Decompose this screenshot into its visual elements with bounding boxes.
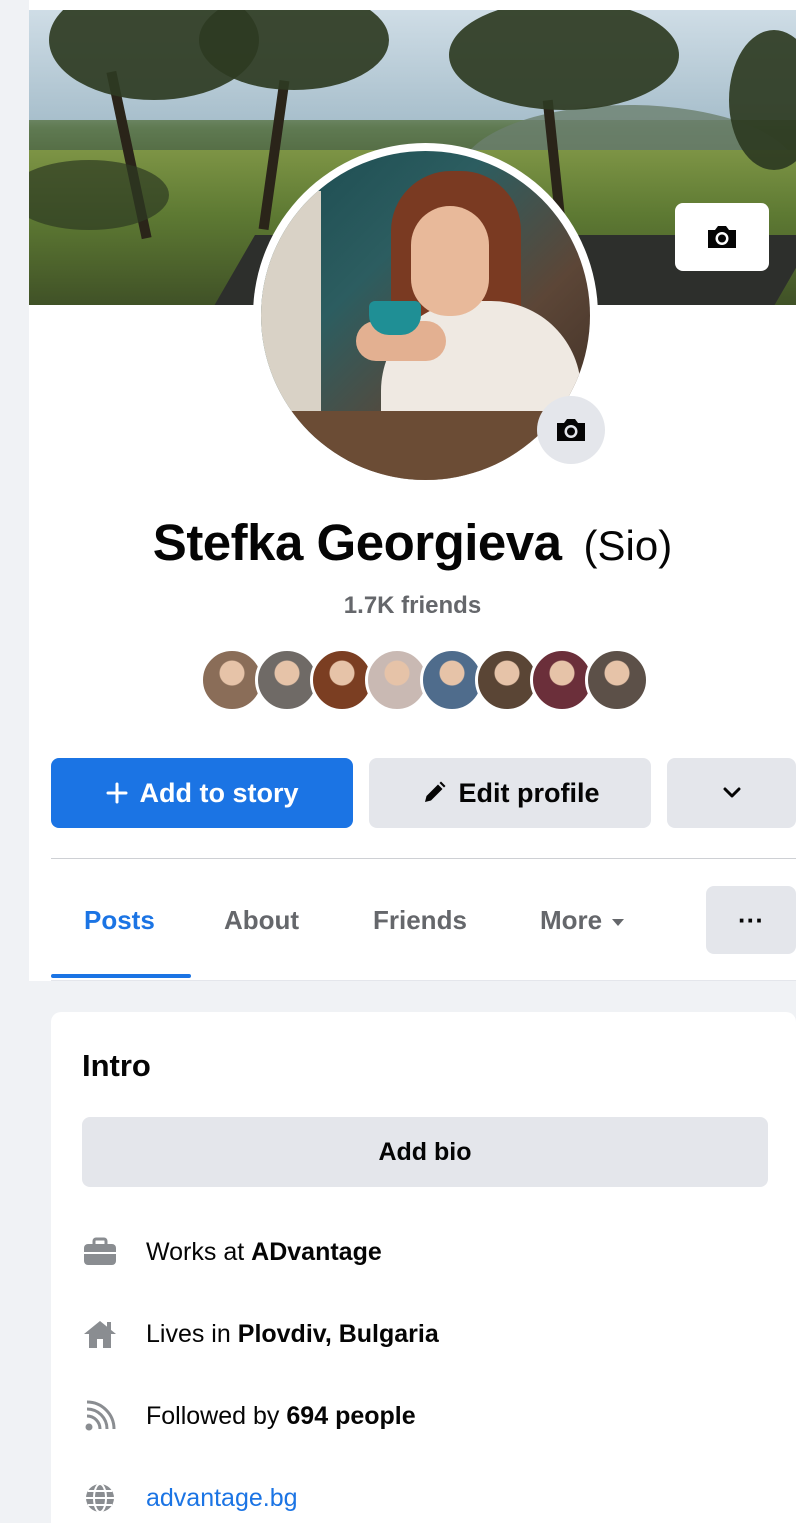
section-divider xyxy=(51,858,796,859)
intro-work-place[interactable]: ADvantage xyxy=(251,1238,382,1267)
profile-name-row: Stefka Georgieva (Sio) xyxy=(29,508,796,581)
house-icon xyxy=(82,1316,118,1352)
caret-down-icon xyxy=(612,918,625,926)
profile-alternate-name: (Sio) xyxy=(583,522,673,569)
friend-avatar[interactable] xyxy=(585,648,649,712)
edit-profile-picture-button[interactable] xyxy=(537,396,605,464)
intro-home-item: Lives in Plovdiv, Bulgaria xyxy=(82,1312,439,1356)
active-tab-indicator xyxy=(51,974,191,978)
friends-count[interactable]: 1.7K friends xyxy=(29,590,796,622)
globe-icon xyxy=(82,1480,118,1516)
intro-home-prefix: Lives in xyxy=(146,1319,231,1348)
briefcase-icon xyxy=(82,1234,118,1270)
profile-tabs: Posts About Friends More ··· xyxy=(51,880,796,980)
intro-followers-prefix: Followed by xyxy=(146,1401,280,1430)
tab-more[interactable]: More xyxy=(540,880,625,960)
intro-website-item: advantage.bg xyxy=(82,1476,298,1520)
rss-icon xyxy=(82,1398,118,1434)
add-to-story-label: Add to story xyxy=(139,777,299,808)
friend-avatar-stack xyxy=(200,648,649,712)
tab-about[interactable]: About xyxy=(224,880,299,960)
tab-posts[interactable]: Posts xyxy=(84,880,155,960)
intro-home-place[interactable]: Plovdiv, Bulgaria xyxy=(238,1320,439,1349)
add-to-story-button[interactable]: Add to story xyxy=(51,758,353,828)
tab-friends[interactable]: Friends xyxy=(373,880,467,960)
intro-card: Intro Add bio Works at ADvantage Lives in… xyxy=(51,1012,796,1523)
camera-icon xyxy=(708,226,736,248)
add-bio-button[interactable]: Add bio xyxy=(82,1117,768,1187)
edit-profile-label: Edit profile xyxy=(458,777,600,808)
intro-work-prefix: Works at xyxy=(146,1237,245,1266)
chevron-down-icon xyxy=(723,787,740,798)
intro-followers-count[interactable]: 694 people xyxy=(286,1402,415,1431)
profile-page: Stefka Georgieva (Sio) 1.7K friends Add t… xyxy=(29,0,796,1523)
camera-icon xyxy=(557,419,585,441)
profile-name: Stefka Georgieva xyxy=(152,514,562,571)
tab-more-label: More xyxy=(540,905,603,935)
intro-title: Intro xyxy=(82,1048,151,1083)
edit-profile-button[interactable]: Edit profile xyxy=(369,758,651,828)
photo-cup xyxy=(369,301,421,335)
pencil-icon xyxy=(421,780,447,806)
intro-work-item: Works at ADvantage xyxy=(82,1230,382,1274)
intro-website-link[interactable]: advantage.bg xyxy=(146,1484,298,1513)
edit-cover-photo-button[interactable] xyxy=(675,203,769,271)
tab-overflow-button[interactable]: ··· xyxy=(706,886,796,954)
photo-window xyxy=(261,191,321,421)
photo-face xyxy=(411,206,489,316)
plus-icon xyxy=(106,782,128,804)
intro-followers-item: Followed by 694 people xyxy=(82,1394,416,1438)
profile-options-dropdown-button[interactable] xyxy=(667,758,796,828)
